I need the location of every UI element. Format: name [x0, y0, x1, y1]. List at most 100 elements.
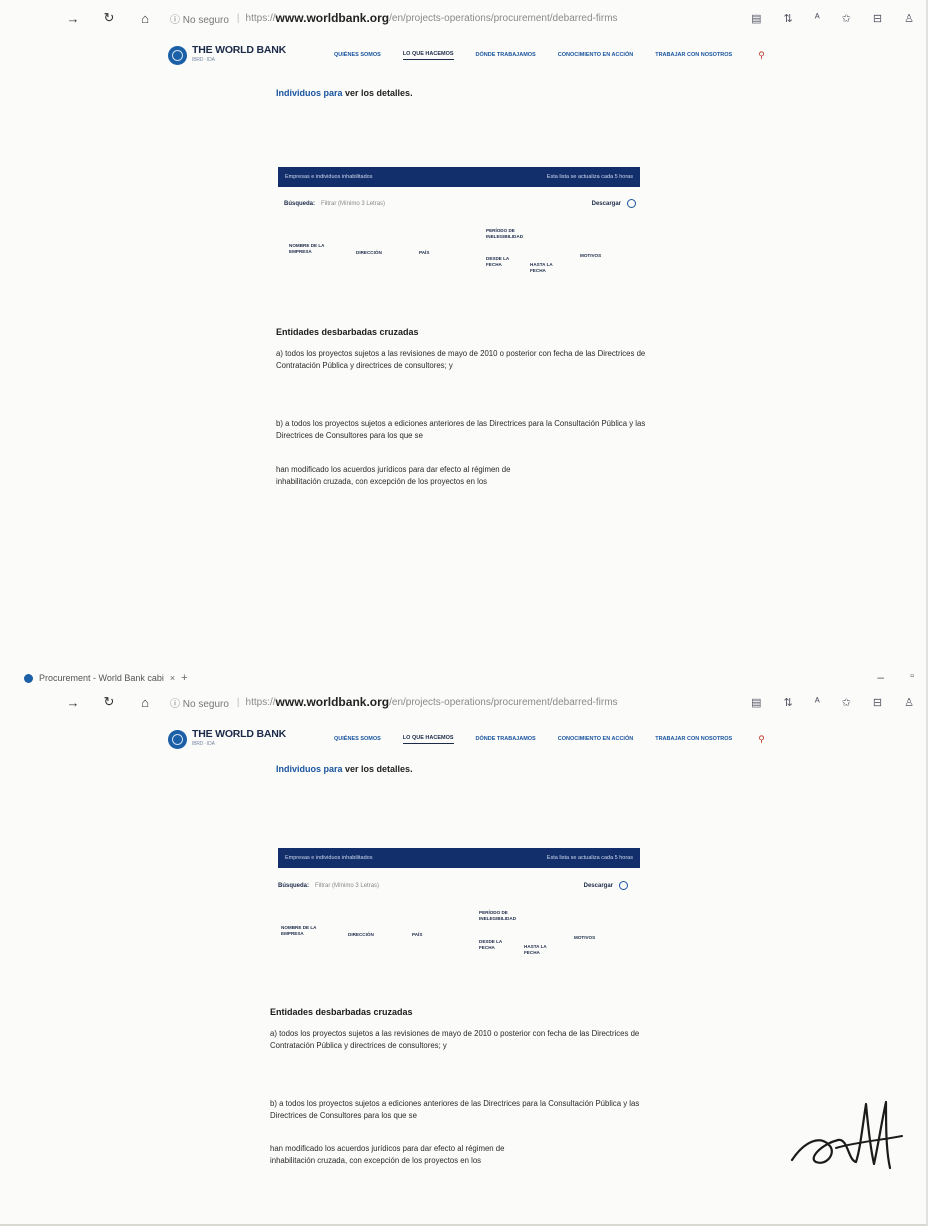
browser-tab[interactable]: Procurement - World Bank cabi × + — [24, 672, 188, 684]
section-title: Entidades desbarbadas cruzadas — [276, 327, 419, 337]
favorite-star-icon[interactable]: ✩ — [842, 696, 851, 709]
new-tab-icon[interactable]: + — [181, 672, 187, 684]
window-restore-icon[interactable]: ▫ — [910, 670, 914, 682]
security-label[interactable]: ⓘ No seguro — [170, 11, 229, 26]
table-header-bar: Empresas e individuos inhabilitados Esta… — [278, 848, 640, 868]
url-prefix[interactable]: https:// — [246, 697, 276, 708]
paragraph-b: b) a todos los proyectos sujetos a edici… — [276, 419, 646, 440]
paragraph-c: han modificado los acuerdos jurídicos pa… — [276, 465, 511, 486]
column-period[interactable]: Período de inelegibilidad — [486, 228, 542, 240]
search-label: Búsqueda: — [284, 200, 316, 207]
paragraph-c: han modificado los acuerdos jurídicos pa… — [270, 1144, 505, 1165]
intro-link[interactable]: Individuos para — [276, 764, 343, 774]
intro-rest: ver los detalles. — [345, 88, 413, 98]
search-label: Búsqueda: — [278, 882, 310, 889]
paragraph-a: a) todos los proyectos sujetos a las rev… — [276, 349, 646, 370]
world-bank-logo[interactable]: THE WORLD BANK IBRD · IDA — [168, 729, 286, 749]
globe-icon — [168, 45, 187, 65]
intro-text: Individuos para ver los detalles. — [276, 764, 413, 774]
tab-favicon-icon — [24, 673, 33, 683]
read-mode-icon[interactable]: ▤ — [751, 696, 761, 709]
forward-arrow-icon[interactable]: → — [62, 11, 84, 26]
search-row: Búsqueda: Filtrar (Mínimo 3 Letras) Desca… — [284, 199, 636, 208]
intro-text: Individuos para ver los detalles. — [276, 88, 413, 98]
site-header: THE WORLD BANK IBRD · IDA Quiénes somos L… — [168, 42, 808, 68]
menu-item-conocimiento[interactable]: Conocimiento en acción — [558, 52, 633, 58]
column-grounds[interactable]: Motivos — [574, 935, 595, 941]
column-to-date[interactable]: Hasta la fecha — [524, 944, 552, 956]
profile-icon[interactable]: ♙ — [904, 696, 914, 709]
tab-bar: Procurement - World Bank cabi × + – ▫ — [0, 668, 928, 690]
paragraph-a: a) todos los proyectos sujetos a las rev… — [270, 1029, 640, 1050]
table-header-title: Empresas e individuos inhabilitados — [285, 174, 373, 180]
url-host[interactable]: www.worldbank.org — [276, 11, 390, 25]
url-path[interactable]: /en/projects-operations/procurement/deba… — [389, 13, 617, 24]
url-path[interactable]: /en/projects-operations/procurement/deba… — [389, 697, 617, 708]
column-address[interactable]: Dirección — [348, 932, 374, 938]
column-country[interactable]: País — [412, 932, 422, 938]
collections-icon[interactable]: ⊟ — [873, 12, 882, 25]
table-update-note: Esta lista se actualiza cada 5 horas — [546, 855, 633, 861]
url-prefix[interactable]: https:// — [246, 13, 276, 24]
column-firm-name[interactable]: Nombre de la empresa — [281, 925, 329, 937]
home-icon[interactable]: ⌂ — [134, 11, 156, 26]
paragraph-b: b) a todos los proyectos sujetos a edici… — [270, 1099, 640, 1120]
menu-item-trabajar[interactable]: Trabajar con nosotros — [655, 52, 732, 58]
read-mode-icon[interactable]: ▤ — [751, 12, 761, 25]
section-title: Entidades desbarbadas cruzadas — [270, 1007, 413, 1017]
search-icon[interactable]: ⚲ — [758, 734, 765, 745]
reload-icon[interactable]: ↻ — [98, 10, 120, 26]
intro-link[interactable]: Individuos para — [276, 88, 343, 98]
tab-close-icon[interactable]: × — [170, 673, 175, 683]
browser-toolbar: ▤ ⇅ ᴬ ✩ ⊟ ♙ — [751, 696, 914, 709]
window-minimize-icon[interactable]: – — [877, 670, 884, 684]
menu-item-quienes-somos[interactable]: Quiénes somos — [334, 736, 381, 742]
download-icon — [619, 881, 628, 890]
column-country[interactable]: País — [419, 250, 429, 256]
column-firm-name[interactable]: Nombre de la empresa — [289, 243, 337, 255]
column-from-date[interactable]: Desde la fecha — [479, 939, 505, 951]
download-button[interactable]: Descargar — [592, 199, 636, 208]
favorite-star-icon[interactable]: ✩ — [842, 12, 851, 25]
site-header: THE WORLD BANK IBRD · IDA Quiénes somos L… — [168, 726, 808, 752]
reload-icon[interactable]: ↻ — [98, 694, 120, 710]
handwritten-signature — [790, 1100, 903, 1170]
column-from-date[interactable]: Desde la fecha — [486, 256, 512, 268]
browser-toolbar: ▤ ⇅ ᴬ ✩ ⊟ ♙ — [751, 12, 914, 25]
menu-item-quienes-somos[interactable]: Quiénes somos — [334, 52, 381, 58]
search-input[interactable]: Filtrar (Mínimo 3 Letras) — [315, 883, 379, 889]
search-input[interactable]: Filtrar (Mínimo 3 Letras) — [321, 201, 385, 207]
profile-icon[interactable]: ♙ — [904, 12, 914, 25]
menu-item-lo-que-hacemos[interactable]: Lo que hacemos — [402, 735, 454, 744]
world-bank-logo[interactable]: THE WORLD BANK IBRD · IDA — [168, 45, 286, 65]
menu-item-donde-trabajamos[interactable]: Dónde trabajamos — [476, 52, 536, 58]
column-to-date[interactable]: Hasta la fecha — [530, 262, 558, 274]
menu-item-donde-trabajamos[interactable]: Dónde trabajamos — [476, 736, 536, 742]
menu-item-trabajar[interactable]: Trabajar con nosotros — [655, 736, 732, 742]
translate-icon[interactable]: ⇅ — [783, 12, 792, 25]
aa-icon[interactable]: ᴬ — [815, 696, 820, 709]
home-icon[interactable]: ⌂ — [134, 695, 156, 710]
translate-icon[interactable]: ⇅ — [783, 696, 792, 709]
url-host[interactable]: www.worldbank.org — [276, 695, 390, 709]
menu-item-lo-que-hacemos[interactable]: Lo que hacemos — [402, 51, 454, 60]
url-separator: | — [236, 696, 240, 708]
download-button[interactable]: Descargar — [584, 881, 628, 890]
collections-icon[interactable]: ⊟ — [873, 696, 882, 709]
tab-title: Procurement - World Bank cabi — [39, 673, 164, 683]
security-label[interactable]: ⓘ No seguro — [170, 695, 229, 710]
globe-icon — [168, 729, 187, 749]
search-icon[interactable]: ⚲ — [758, 50, 765, 61]
table-header-title: Empresas e individuos inhabilitados — [285, 855, 373, 861]
column-period[interactable]: Período de inelegibilidad — [479, 910, 535, 922]
forward-arrow-icon[interactable]: → — [62, 695, 84, 710]
column-grounds[interactable]: Motivos — [580, 253, 601, 259]
main-menu: Quiénes somos Lo que hacemos Dónde traba… — [334, 50, 765, 61]
menu-item-conocimiento[interactable]: Conocimiento en acción — [558, 736, 633, 742]
table-update-note: Esta lista se actualiza cada 5 horas — [546, 174, 633, 180]
download-icon — [627, 199, 636, 208]
intro-rest: ver los detalles. — [345, 764, 413, 774]
aa-icon[interactable]: ᴬ — [815, 12, 820, 25]
column-address[interactable]: Dirección — [356, 250, 382, 256]
screenshot-1: → ↻ ⌂ ⓘ No seguro | https:// www.worldba… — [0, 0, 928, 600]
